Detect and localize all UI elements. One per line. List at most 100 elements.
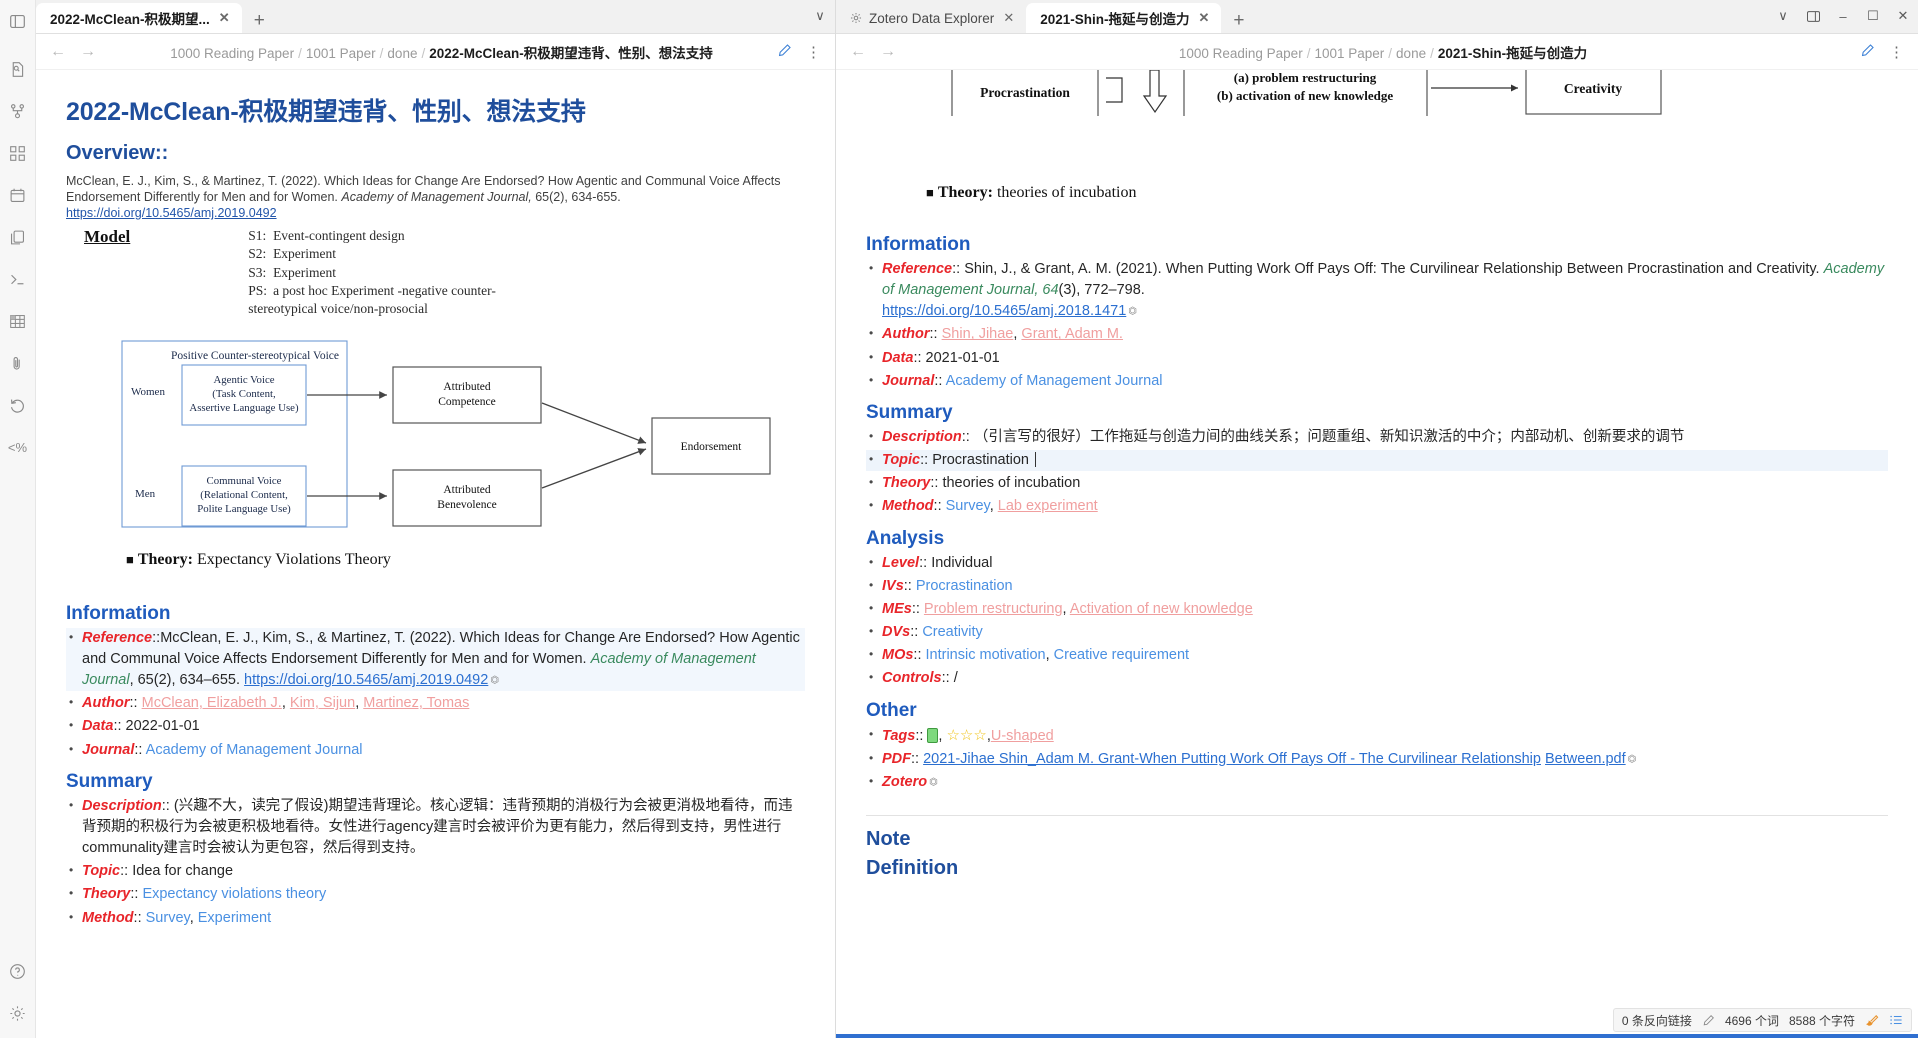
percent-code-icon[interactable]: <%	[5, 434, 31, 460]
reference-journal-1: Academy of	[590, 650, 668, 667]
note-heading: Note	[866, 827, 911, 850]
method-link[interactable]: Survey	[146, 910, 190, 926]
undo-history-icon[interactable]	[5, 392, 31, 418]
breadcrumb-part-0[interactable]: 1000 Reading Paper	[170, 46, 294, 61]
file-search-icon[interactable]	[5, 56, 31, 82]
author-key: Author	[882, 326, 930, 343]
breadcrumb-part-1[interactable]: 1001 Paper	[1314, 46, 1384, 61]
mes-link[interactable]: Problem restructuring	[924, 601, 1063, 617]
overview-heading: Overview::	[66, 142, 169, 164]
mos-link[interactable]: Creative requirement	[1054, 647, 1189, 663]
minimize-button[interactable]: –	[1828, 3, 1858, 29]
back-arrow-icon[interactable]: ←	[50, 43, 66, 61]
controls-value: /	[953, 670, 958, 687]
breadcrumb-part-1[interactable]: 1001 Paper	[306, 46, 376, 61]
study-row: S3: Experiment	[248, 264, 502, 282]
author-link[interactable]: Kim, Sijun	[290, 695, 355, 711]
mes-link[interactable]: Activation of new knowledge	[1070, 601, 1253, 617]
help-icon[interactable]	[5, 958, 31, 984]
journal-link[interactable]: Academy of Management Journal	[946, 373, 1163, 389]
close-icon[interactable]: ✕	[1197, 10, 1212, 26]
dvs-link[interactable]: Creativity	[922, 624, 982, 640]
chevron-down-icon[interactable]: ∨	[1768, 3, 1798, 29]
author-item: Author:: Shin, Jihae, Grant, Adam M.	[866, 324, 1888, 345]
back-arrow-icon[interactable]: ←	[850, 43, 866, 61]
sidebar-toggle-icon[interactable]	[5, 8, 31, 34]
author-link[interactable]: McClean, Elizabeth J.	[142, 695, 282, 711]
citation-line-1: McClean, E. J., Kim, S., & Martinez, T. …	[66, 174, 781, 188]
brush-icon[interactable]	[1865, 1013, 1879, 1027]
terminal-icon[interactable]	[5, 266, 31, 292]
breadcrumb[interactable]: 1000 Reading Paper/1001 Paper / done/2021-…	[906, 42, 1860, 62]
backlinks-count[interactable]: 0 条反向链接	[1622, 1012, 1692, 1029]
new-tab-button[interactable]: +	[1221, 11, 1256, 33]
copy-files-icon[interactable]	[5, 224, 31, 250]
new-tab-button[interactable]: +	[242, 11, 277, 33]
citation-doi-link[interactable]: https://doi.org/10.5465/amj.2019.0492	[66, 206, 277, 220]
journal-key: Journal	[882, 372, 935, 389]
summary-list: Description:: (兴趣不大，读完了假设)期望违背理论。核心逻辑：违背…	[66, 796, 805, 929]
theory-link[interactable]: Expectancy violations theory	[142, 886, 326, 902]
settings-gear-icon[interactable]	[5, 1000, 31, 1026]
theory-callout: ■ Theory: Expectancy Violations Theory	[126, 551, 805, 569]
description-key: Description	[82, 797, 162, 814]
journal-key: Journal	[82, 741, 135, 758]
maximize-button[interactable]: ☐	[1858, 3, 1888, 29]
method-link-survey[interactable]: Survey	[946, 498, 990, 514]
active-pane-indicator	[836, 1034, 1918, 1038]
author-link[interactable]: Martinez, Tomas	[363, 695, 469, 711]
edit-pencil-icon[interactable]	[1860, 43, 1875, 61]
svg-text:Attributed: Attributed	[443, 381, 491, 393]
other-heading: Other	[866, 699, 917, 721]
method-link-lab-experiment[interactable]: Lab experiment	[998, 498, 1098, 514]
list-icon[interactable]	[1889, 1013, 1903, 1027]
forward-arrow-icon[interactable]: →	[80, 43, 96, 61]
study-code: S3:	[248, 264, 267, 280]
left-document[interactable]: 2022-McClean-积极期望违背、性别、想法支持 Overview:: M…	[36, 70, 835, 1038]
forward-arrow-icon[interactable]: →	[880, 43, 896, 61]
chevron-down-icon[interactable]: ∨	[805, 3, 835, 29]
reference-doi-link[interactable]: https://doi.org/10.5465/amj.2019.0492	[244, 672, 488, 688]
author-link[interactable]: Shin, Jihae	[942, 326, 1014, 342]
tab-2021-shin[interactable]: 2021-Shin-拖延与创造力 ✕	[1026, 3, 1222, 33]
breadcrumb-part-2[interactable]: done	[1396, 46, 1426, 61]
theory-value: theories of incubation	[942, 475, 1081, 492]
close-icon[interactable]: ✕	[1001, 10, 1016, 26]
external-link-icon[interactable]: ⏣	[927, 777, 938, 788]
graph-icon[interactable]	[5, 98, 31, 124]
close-icon[interactable]: ✕	[217, 10, 232, 26]
pdf-link-line-2[interactable]: Between.pdf	[1545, 751, 1626, 767]
tab-zotero-data-explorer[interactable]: Zotero Data Explorer ✕	[836, 3, 1026, 33]
attachment-icon[interactable]	[5, 350, 31, 376]
calendar-icon[interactable]	[5, 182, 31, 208]
canvas-icon[interactable]	[5, 140, 31, 166]
more-options-icon[interactable]: ⋮	[1889, 43, 1904, 61]
journal-link[interactable]: Academy of Management Journal	[146, 742, 363, 758]
description-line-2: 要求的调节	[1611, 428, 1685, 445]
green-tag-icon[interactable]	[927, 727, 939, 743]
reference-item[interactable]: Reference::McClean, E. J., Kim, S., & Ma…	[66, 627, 805, 692]
breadcrumb-part-0[interactable]: 1000 Reading Paper	[1179, 46, 1303, 61]
mos-link[interactable]: Intrinsic motivation	[926, 647, 1046, 663]
edit-pencil-icon[interactable]	[777, 43, 792, 61]
ivs-link[interactable]: Procrastination	[916, 578, 1013, 594]
svg-text:(a) problem restructuring: (a) problem restructuring	[1234, 70, 1377, 85]
study-code: S2:	[248, 246, 267, 262]
method-link[interactable]: Experiment	[198, 910, 271, 926]
star-rating[interactable]: ☆☆☆	[946, 727, 986, 744]
more-options-icon[interactable]: ⋮	[806, 43, 821, 61]
breadcrumb-part-2[interactable]: done	[387, 46, 417, 61]
author-link[interactable]: Grant, Adam M.	[1021, 326, 1123, 342]
reference-doi-link[interactable]: https://doi.org/10.5465/amj.2018.1471	[882, 303, 1126, 319]
left-crumb-actions: ⋮	[777, 43, 821, 61]
split-pane-icon[interactable]	[1798, 3, 1828, 29]
reference-item: Reference:: Shin, J., & Grant, A. M. (20…	[866, 259, 1888, 322]
pdf-link-line-1[interactable]: 2021-Jihae Shin_Adam M. Grant-When Putti…	[923, 751, 1541, 767]
breadcrumb[interactable]: 1000 Reading Paper/1001 Paper / done/2022-…	[106, 42, 777, 62]
tab-2022-mcclean[interactable]: 2022-McClean-积极期望... ✕	[36, 3, 242, 33]
close-window-button[interactable]: ✕	[1888, 3, 1918, 29]
tag-link-u-shaped[interactable]: U-shaped	[991, 728, 1054, 744]
right-document[interactable]: Procrastination (a) problem restructurin…	[836, 70, 1918, 1038]
table-icon[interactable]	[5, 308, 31, 334]
topic-item[interactable]: Topic:: Procrastination	[866, 450, 1888, 472]
